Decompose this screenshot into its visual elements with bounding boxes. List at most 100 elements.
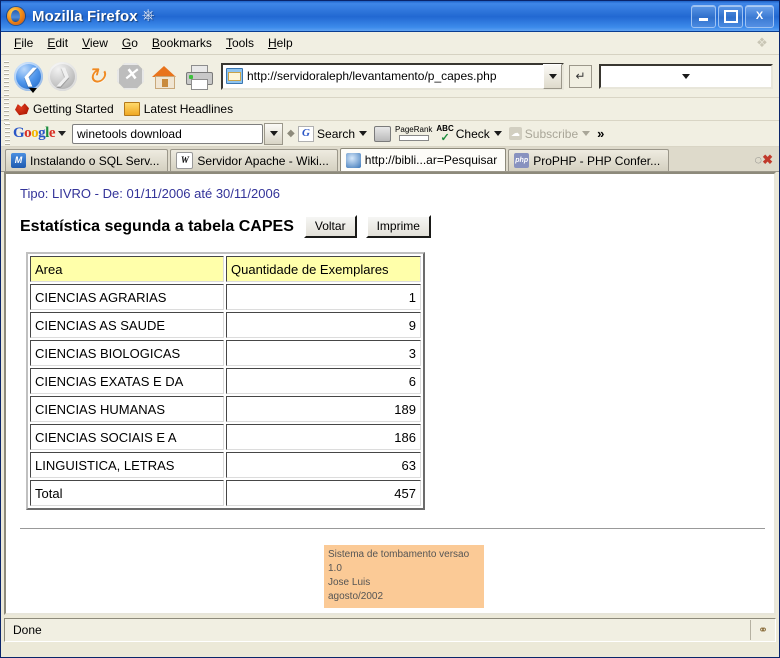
spellcheck-icon[interactable]: ABC ✓ <box>436 124 453 144</box>
column-header-area: Area <box>30 256 224 282</box>
tab-instalando-sql[interactable]: M Instalando o SQL Serv... <box>5 149 169 171</box>
chevron-down-icon[interactable] <box>493 131 502 136</box>
navigation-toolbar: ❮ ❯ ↻ ✕ http://servidoraleph/levantament… <box>1 55 779 98</box>
bookmarks-thumb-icon[interactable] <box>374 125 392 142</box>
page-footer-credit: Sistema de tombamento versao 1.0 Jose Lu… <box>324 545 484 608</box>
php-icon: php <box>514 153 530 168</box>
url-bar[interactable]: http://servidoraleph/levantamento/p_cape… <box>221 62 564 90</box>
menu-view[interactable]: View <box>75 34 115 52</box>
pagerank-bar-icon <box>398 135 429 141</box>
page-content: Tipo: LIVRO - De: 01/11/2006 até 30/11/2… <box>4 172 776 615</box>
throbber-icon: ❖ <box>756 35 768 50</box>
footer-line-3: agosto/2002 <box>328 591 384 602</box>
toolbar-separator: ◆ <box>287 127 295 139</box>
url-dropdown-button[interactable] <box>543 63 562 89</box>
firefox-window: Mozilla Firefox ⎈ X File Edit View Go Bo… <box>0 0 780 658</box>
swirl-icon: ⎈ <box>141 7 155 24</box>
cell-area: CIENCIAS BIOLOGICAS <box>30 340 224 366</box>
print-button[interactable] <box>182 60 215 93</box>
tab-biblioteca-pesquisar[interactable]: http://bibli...ar=Pesquisar <box>339 148 507 171</box>
voltar-button[interactable]: Voltar <box>303 215 357 238</box>
pagerank-label: PageRank <box>395 125 433 134</box>
cell-qtd: 63 <box>226 452 421 478</box>
horizontal-divider <box>20 528 765 529</box>
table-row: CIENCIAS BIOLOGICAS 3 <box>30 340 421 366</box>
bookmarks-grippy[interactable] <box>4 94 9 124</box>
google-search-input[interactable]: winetools download <box>72 123 264 144</box>
cell-qtd: 186 <box>226 424 421 450</box>
bookmark-label: Latest Headlines <box>143 102 234 116</box>
wikipedia-icon: W <box>176 152 194 169</box>
cell-qtd: 189 <box>226 396 421 422</box>
url-text: http://servidoraleph/levantamento/p_cape… <box>247 69 497 83</box>
google-toolbar-overflow-button[interactable]: » <box>597 126 604 141</box>
table-row: CIENCIAS SOCIAIS E A 186 <box>30 424 421 450</box>
imprime-button[interactable]: Imprime <box>365 215 431 238</box>
cell-area: Total <box>30 480 224 506</box>
tab-bar: M Instalando o SQL Serv... W Servidor Ap… <box>1 147 779 172</box>
go-button[interactable]: ↵ <box>569 64 592 88</box>
title-bar: Mozilla Firefox ⎈ X <box>1 1 779 32</box>
google-toolbar-grippy[interactable] <box>5 121 10 146</box>
cell-area: CIENCIAS AGRARIAS <box>30 284 224 310</box>
google-menu-caret-icon[interactable] <box>58 131 67 136</box>
minimize-button[interactable] <box>691 4 716 28</box>
toolbar-grippy[interactable] <box>4 61 9 91</box>
reload-button[interactable]: ↻ <box>80 60 113 93</box>
google-search-button[interactable]: G Search <box>298 125 368 142</box>
google-g-icon: G <box>298 125 315 142</box>
maximize-button[interactable] <box>718 4 743 28</box>
tab-label: ProPHP - PHP Confer... <box>533 153 661 168</box>
tab-prophp[interactable]: php ProPHP - PHP Confer... <box>508 149 670 171</box>
window-title: Mozilla Firefox <box>32 7 138 25</box>
pagerank-meter[interactable]: PageRank <box>395 126 432 141</box>
security-icon[interactable]: ⚭ <box>750 620 775 640</box>
forward-button[interactable]: ❯ <box>46 60 79 93</box>
cell-qtd: 6 <box>226 368 421 394</box>
menu-go[interactable]: Go <box>115 34 145 52</box>
stop-button[interactable]: ✕ <box>114 60 147 93</box>
cell-qtd: 9 <box>226 312 421 338</box>
page-favicon-icon <box>226 68 243 84</box>
table-row: LINGUISTICA, LETRAS 63 <box>30 452 421 478</box>
subscribe-label: Subscribe <box>524 126 579 141</box>
menu-edit[interactable]: Edit <box>40 34 75 52</box>
check-mark-icon: ✓ <box>440 131 450 144</box>
table-row: CIENCIAS EXATAS E DA 6 <box>30 368 421 394</box>
tab-label: Servidor Apache - Wiki... <box>197 153 329 168</box>
chevron-down-icon[interactable] <box>359 131 368 136</box>
menu-tools[interactable]: Tools <box>219 34 261 52</box>
footer-line-2: Jose Luis <box>328 577 371 588</box>
check-label: Check <box>455 126 490 141</box>
google-logo: Google <box>13 125 56 141</box>
cell-area: LINGUISTICA, LETRAS <box>30 452 224 478</box>
tab-label: http://bibli...ar=Pesquisar <box>364 153 498 167</box>
cell-area: CIENCIAS AS SAUDE <box>30 312 224 338</box>
firefox-bookmark-icon <box>15 103 29 116</box>
google-toolbar: Google winetools download ◆ G Search Pag… <box>1 121 779 147</box>
menu-bookmarks[interactable]: Bookmarks <box>145 34 219 52</box>
tab-label: Instalando o SQL Serv... <box>30 153 160 168</box>
close-tab-button[interactable]: ◌✖ <box>754 152 773 168</box>
table-total-row: Total 457 <box>30 480 421 506</box>
back-button[interactable]: ❮ <box>12 60 45 93</box>
google-history-dropdown[interactable] <box>264 122 284 145</box>
bookmark-getting-started[interactable]: Getting Started <box>12 102 121 116</box>
cell-area: CIENCIAS HUMANAS <box>30 396 224 422</box>
report-subtitle: Tipo: LIVRO - De: 01/11/2006 até 30/11/2… <box>20 186 280 201</box>
home-button[interactable] <box>148 60 181 93</box>
statistics-table: Area Quantidade de Exemplares CIENCIAS A… <box>26 252 425 510</box>
search-bar[interactable] <box>599 63 773 89</box>
menu-help[interactable]: Help <box>261 34 300 52</box>
column-header-quantidade: Quantidade de Exemplares <box>226 256 421 282</box>
status-text: Done <box>13 623 42 637</box>
google-check-button[interactable]: Check <box>456 127 502 141</box>
folder-icon <box>123 102 140 116</box>
bookmark-label: Getting Started <box>33 102 114 116</box>
bookmark-latest-headlines[interactable]: Latest Headlines <box>121 102 240 116</box>
close-button[interactable]: X <box>745 4 774 28</box>
tab-servidor-apache[interactable]: W Servidor Apache - Wiki... <box>170 149 338 171</box>
menu-bar: File Edit View Go Bookmarks Tools Help ❖ <box>1 32 779 55</box>
status-bar: Done ⚭ <box>4 618 776 642</box>
menu-file[interactable]: File <box>7 34 40 52</box>
